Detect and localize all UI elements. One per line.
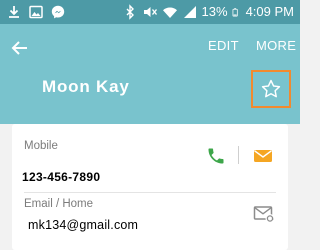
star-outline-icon (261, 79, 281, 98)
signal-icon (183, 6, 196, 18)
contact-header: EDIT MORE Moon Kay (0, 24, 300, 124)
send-email-icon (253, 206, 275, 223)
status-bar: 13% 4:09 PM (0, 0, 300, 24)
send-email-button[interactable] (253, 204, 275, 224)
gallery-icon (29, 5, 43, 19)
bluetooth-icon (126, 4, 134, 20)
wifi-icon (162, 7, 177, 18)
message-icon (254, 150, 272, 162)
action-divider (238, 146, 239, 164)
status-notifications (6, 4, 66, 20)
edit-button[interactable]: EDIT (208, 38, 239, 53)
call-button[interactable] (206, 146, 226, 166)
status-time: 4:09 PM (245, 4, 294, 19)
download-icon (9, 6, 19, 18)
mobile-number[interactable]: 123-456-7890 (22, 170, 100, 184)
email-label: Email / Home (24, 198, 94, 210)
email-address[interactable]: mk134@gmail.com (28, 218, 138, 232)
row-separator (24, 192, 276, 193)
status-system: 13% 4:09 PM (122, 0, 294, 24)
phone-icon (208, 148, 224, 164)
messenger-icon (51, 5, 65, 19)
back-button[interactable] (8, 36, 32, 60)
contact-name: Moon Kay (42, 77, 130, 96)
more-button[interactable]: MORE (256, 38, 296, 53)
battery-percent: 13% (201, 4, 228, 19)
mobile-label: Mobile (24, 140, 58, 152)
contact-details-card: Mobile 123-456-7890 Email / Home mk134@g… (12, 124, 288, 250)
message-button[interactable] (252, 146, 274, 166)
back-arrow-icon (11, 41, 27, 55)
mute-icon (143, 7, 157, 17)
battery-icon (232, 8, 238, 17)
favorite-button[interactable] (251, 70, 291, 108)
